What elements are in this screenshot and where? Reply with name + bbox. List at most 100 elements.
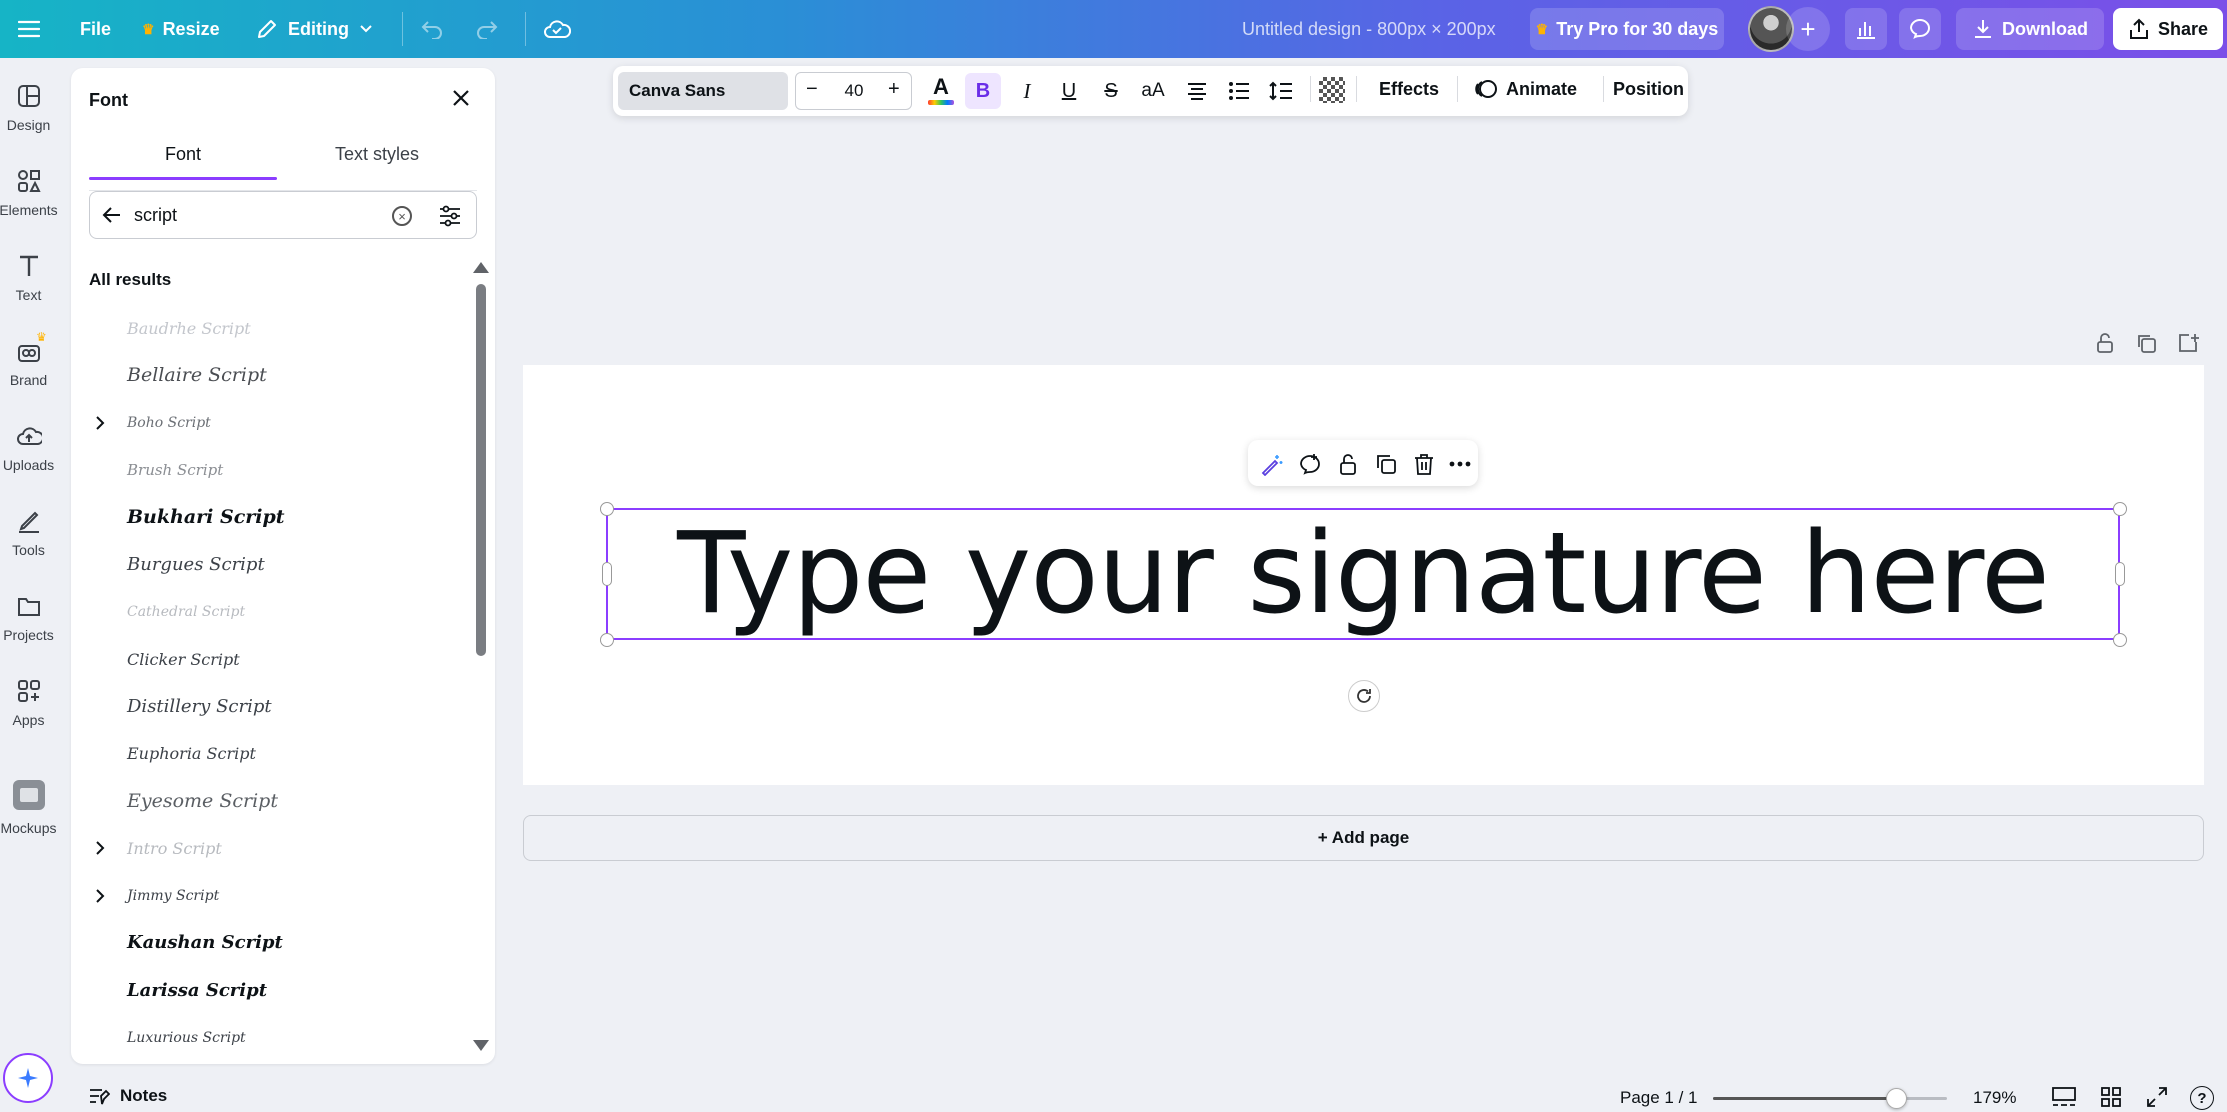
menu-button[interactable] bbox=[18, 0, 40, 58]
trash-icon[interactable] bbox=[1412, 452, 1436, 476]
rail-item-brand[interactable]: ♛ Brand bbox=[0, 338, 57, 388]
font-family-dropdown[interactable]: Canva Sans bbox=[618, 72, 788, 110]
underline-button[interactable]: U bbox=[1051, 73, 1087, 109]
share-button[interactable]: Share bbox=[2113, 8, 2223, 50]
rail-item-text[interactable]: Text bbox=[0, 253, 57, 303]
duplicate-page-button[interactable] bbox=[2135, 332, 2157, 359]
try-pro-button[interactable]: ♛ Try Pro for 30 days bbox=[1530, 8, 1724, 50]
resize-handle-tl[interactable] bbox=[600, 502, 614, 516]
filter-icon[interactable] bbox=[438, 204, 462, 228]
fullscreen-icon[interactable] bbox=[2146, 1086, 2168, 1108]
font-list-item[interactable]: Brush Script bbox=[127, 452, 223, 488]
text-color-button[interactable]: A bbox=[924, 74, 958, 108]
rail-item-tools[interactable]: Tools bbox=[0, 508, 57, 558]
zoom-slider-knob[interactable] bbox=[1886, 1088, 1907, 1109]
magic-edit-icon[interactable] bbox=[1260, 452, 1284, 476]
font-list-item[interactable]: Kaushan Script bbox=[127, 925, 283, 961]
add-page-button[interactable]: + Add page bbox=[523, 815, 2204, 861]
font-list-item[interactable]: Intro Script bbox=[127, 830, 222, 866]
add-comment-icon[interactable] bbox=[1298, 452, 1322, 476]
cloud-save-button[interactable] bbox=[543, 0, 571, 58]
font-search-input[interactable] bbox=[134, 200, 384, 230]
animate-button[interactable]: Animate bbox=[1474, 66, 1577, 112]
expand-font-family-button[interactable] bbox=[95, 415, 109, 431]
clear-search-button[interactable]: × bbox=[392, 206, 412, 226]
letter-case-button[interactable]: aA bbox=[1133, 73, 1173, 109]
page-indicator[interactable]: Page 1 / 1 bbox=[1620, 1088, 1698, 1108]
rail-item-design[interactable]: Design bbox=[0, 83, 57, 133]
add-collaborator-button[interactable]: + bbox=[1786, 7, 1830, 51]
font-list-item[interactable]: Jimmy Script bbox=[127, 878, 219, 914]
effects-button[interactable]: Effects bbox=[1379, 66, 1439, 112]
zoom-slider[interactable] bbox=[1713, 1097, 1947, 1100]
font-size-value[interactable]: 40 bbox=[832, 81, 876, 101]
rail-item-projects[interactable]: Projects bbox=[0, 593, 57, 643]
transparency-button[interactable] bbox=[1319, 77, 1345, 103]
redo-button[interactable] bbox=[475, 0, 499, 58]
font-list-item[interactable]: Bellaire Script bbox=[127, 357, 267, 393]
list-button[interactable] bbox=[1221, 73, 1257, 109]
font-list-item[interactable]: Bukhari Script bbox=[127, 499, 285, 535]
more-icon[interactable] bbox=[1448, 452, 1472, 476]
font-list-item[interactable]: Clicker Script bbox=[127, 641, 240, 677]
resize-handle-bl[interactable] bbox=[600, 633, 614, 647]
resize-handle-right[interactable] bbox=[2115, 562, 2125, 586]
duplicate-icon[interactable] bbox=[1374, 452, 1398, 476]
increase-font-size-button[interactable]: + bbox=[888, 78, 900, 101]
design-page[interactable]: Type your signature here bbox=[523, 365, 2204, 785]
resize-handle-left[interactable] bbox=[602, 562, 612, 586]
resize-button[interactable]: ♛ Resize bbox=[142, 0, 220, 58]
font-panel: Font Font Text styles × All results Baud… bbox=[71, 68, 495, 1064]
resize-handle-br[interactable] bbox=[2113, 633, 2127, 647]
rotate-handle[interactable] bbox=[1348, 680, 1380, 712]
expand-font-family-button[interactable] bbox=[95, 840, 109, 856]
help-button[interactable]: ? bbox=[2190, 1086, 2214, 1110]
zoom-level[interactable]: 179% bbox=[1973, 1088, 2016, 1108]
comments-button[interactable] bbox=[1899, 8, 1941, 50]
rail-item-apps[interactable]: Apps bbox=[0, 678, 57, 728]
font-list-item[interactable]: Burgues Script bbox=[127, 547, 265, 583]
signature-text[interactable]: Type your signature here bbox=[677, 509, 2049, 639]
font-list-item[interactable]: Distillery Script bbox=[127, 688, 272, 724]
expand-font-family-button[interactable] bbox=[95, 888, 109, 904]
selected-text-box[interactable]: Type your signature here bbox=[606, 508, 2120, 640]
close-panel-button[interactable] bbox=[449, 86, 473, 115]
font-list-item[interactable]: Euphoria Script bbox=[127, 736, 256, 772]
lock-page-button[interactable] bbox=[2094, 332, 2116, 359]
rail-item-uploads[interactable]: Uploads bbox=[0, 423, 57, 473]
tab-font[interactable]: Font bbox=[89, 144, 277, 165]
lock-icon[interactable] bbox=[1336, 452, 1360, 476]
magic-assistant-button[interactable] bbox=[3, 1053, 53, 1103]
resize-handle-tr[interactable] bbox=[2113, 502, 2127, 516]
add-page-top-button[interactable] bbox=[2177, 332, 2199, 359]
font-list-item[interactable]: Boho Script bbox=[127, 405, 211, 441]
back-arrow-icon[interactable] bbox=[101, 204, 123, 226]
panel-scrollbar[interactable] bbox=[473, 262, 485, 1052]
notes-button[interactable]: Notes bbox=[88, 1086, 167, 1106]
bold-button[interactable]: B bbox=[965, 73, 1001, 109]
file-menu[interactable]: File bbox=[80, 0, 111, 58]
design-title[interactable]: Untitled design - 800px × 200px bbox=[1242, 0, 1496, 58]
font-list-item[interactable]: Baudrhe Script bbox=[127, 310, 251, 346]
strikethrough-button[interactable]: S bbox=[1093, 73, 1129, 109]
font-list-item[interactable]: Larissa Script bbox=[127, 972, 267, 1008]
page-view-icon[interactable] bbox=[2051, 1086, 2077, 1108]
scrollbar-thumb[interactable] bbox=[476, 284, 486, 656]
position-button[interactable]: Position bbox=[1613, 66, 1684, 112]
undo-button[interactable] bbox=[420, 0, 444, 58]
font-list-item[interactable]: Cathedral Script bbox=[127, 594, 245, 630]
download-button[interactable]: Download bbox=[1956, 8, 2104, 50]
rail-item-elements[interactable]: Elements bbox=[0, 168, 57, 218]
insights-button[interactable] bbox=[1845, 8, 1887, 50]
decrease-font-size-button[interactable]: − bbox=[806, 78, 818, 101]
notes-icon bbox=[88, 1086, 110, 1106]
align-button[interactable] bbox=[1179, 73, 1215, 109]
grid-view-icon[interactable] bbox=[2100, 1086, 2122, 1108]
tab-text-styles[interactable]: Text styles bbox=[283, 144, 471, 165]
rail-item-mockups[interactable]: Mockups bbox=[0, 780, 57, 836]
editing-dropdown[interactable]: Editing bbox=[256, 0, 373, 58]
italic-button[interactable]: I bbox=[1009, 73, 1045, 109]
spacing-button[interactable] bbox=[1263, 73, 1299, 109]
font-list-item[interactable]: Eyesome Script bbox=[127, 783, 278, 819]
font-list-item[interactable]: Luxurious Script bbox=[127, 1020, 246, 1056]
